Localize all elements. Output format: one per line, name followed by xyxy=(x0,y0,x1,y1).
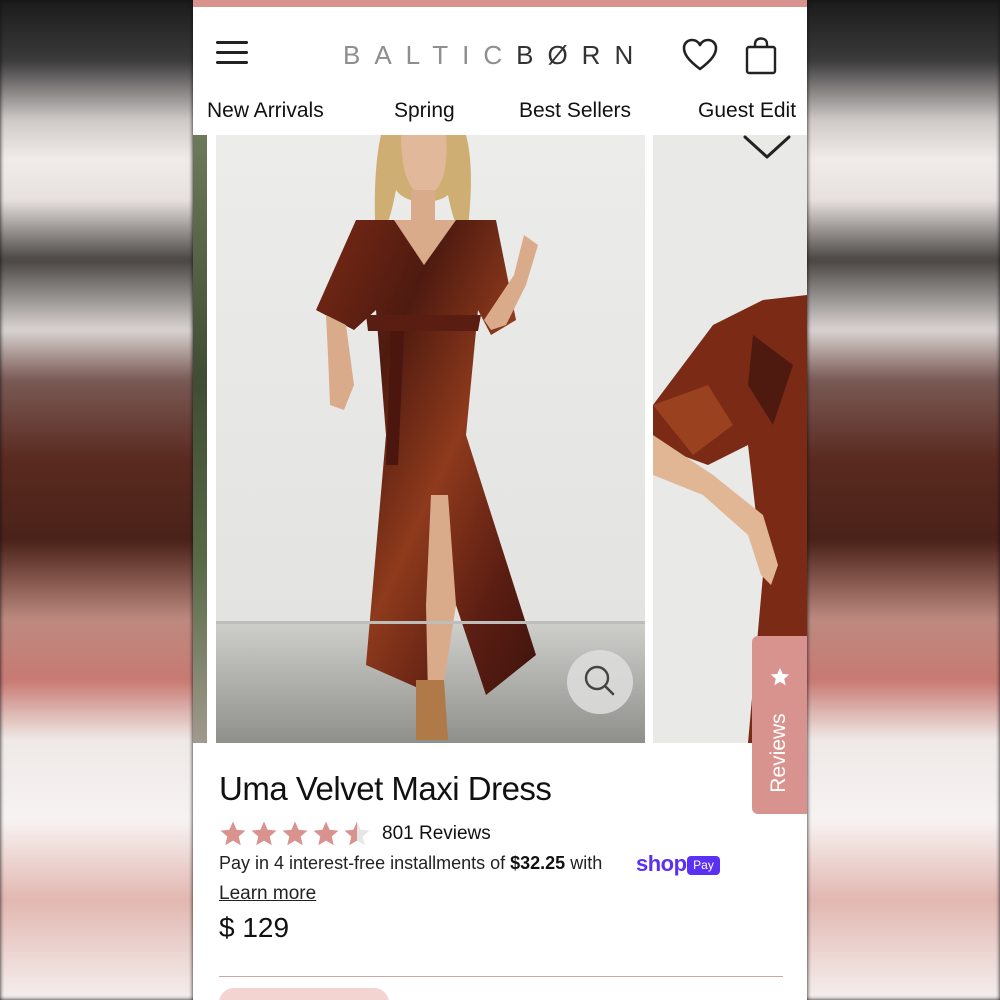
blurred-background-right xyxy=(807,0,1000,1000)
blurred-background-left xyxy=(0,0,193,1000)
brand-logo[interactable]: BALTICBØRN xyxy=(343,38,663,72)
product-title: Uma Velvet Maxi Dress xyxy=(219,770,552,807)
zoom-button[interactable] xyxy=(567,650,633,714)
rating-star-icon xyxy=(282,821,308,846)
category-nav: New Arrivals Spring Best Sellers Guest E… xyxy=(193,87,807,135)
previous-slide-peek[interactable] xyxy=(193,135,207,743)
rating-star-icon xyxy=(220,821,246,846)
nav-item-spring[interactable]: Spring xyxy=(394,99,455,123)
reviews-side-tab[interactable]: Reviews xyxy=(752,636,807,814)
mobile-page: BALTICBØRN New Arrivals Spring Best Sell… xyxy=(193,0,807,1000)
nav-item-guest-edit[interactable]: Guest Edit xyxy=(698,99,796,123)
product-price: $ 129 xyxy=(219,912,290,943)
logo-part-2: BØRN xyxy=(516,40,648,70)
learn-more-link[interactable]: Learn more xyxy=(219,883,316,905)
shop-pay-logo: shop xyxy=(636,851,687,876)
installment-text-post: with xyxy=(565,853,603,873)
review-count-link[interactable]: 801 Reviews xyxy=(382,823,491,845)
heart-icon[interactable] xyxy=(682,38,718,72)
shop-pay-badge: Pay xyxy=(687,856,720,875)
product-image-main[interactable] xyxy=(216,135,645,743)
rating-star-icon xyxy=(251,821,277,846)
magnifier-icon xyxy=(584,665,615,696)
star-icon xyxy=(770,667,790,686)
nav-item-new-arrivals[interactable]: New Arrivals xyxy=(207,99,324,123)
installment-text-pre: Pay in 4 interest-free installments of xyxy=(219,853,511,873)
top-accent-strip xyxy=(193,0,807,7)
product-image-carousel[interactable] xyxy=(193,135,807,743)
logo-part-1: BALTIC xyxy=(343,40,517,70)
rating-star-icon xyxy=(313,821,339,846)
reviews-tab-label: Reviews xyxy=(767,713,790,793)
nav-item-best-sellers[interactable]: Best Sellers xyxy=(519,99,631,123)
rating-star-icon xyxy=(344,821,370,846)
installment-message: Pay in 4 interest-free installments of $… xyxy=(219,853,602,874)
partial-button[interactable] xyxy=(219,988,389,1000)
shopping-bag-icon[interactable] xyxy=(745,37,777,75)
site-header: BALTICBØRN xyxy=(193,7,807,87)
section-divider xyxy=(219,976,783,977)
hamburger-menu-icon[interactable] xyxy=(216,41,248,65)
installment-amount: $32.25 xyxy=(510,853,566,873)
heart-outline-icon[interactable] xyxy=(743,131,791,167)
